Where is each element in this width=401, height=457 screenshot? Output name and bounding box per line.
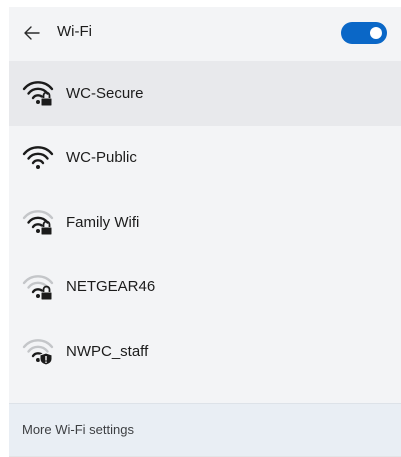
wifi-footer: More Wi-Fi settings [9,403,401,456]
network-name: NETGEAR46 [66,278,156,296]
wifi-full-icon [22,145,54,169]
wifi-secure-full-icon [22,81,54,107]
network-item-family-wifi[interactable]: Family Wifi [9,190,401,255]
back-button[interactable] [21,22,43,44]
wifi-toggle[interactable] [341,22,387,44]
wifi-header: Wi-Fi [9,7,401,61]
more-wifi-settings-link[interactable]: More Wi-Fi settings [22,422,134,437]
wifi-flyout-panel: Wi-Fi WC-Secure WC-Public Family Wifi NE… [9,7,401,457]
wifi-shield-low-icon [22,339,54,366]
wifi-secure-medium-icon [22,210,54,236]
network-list[interactable]: WC-Secure WC-Public Family Wifi NETGEAR4… [9,61,401,401]
toggle-knob [370,27,382,39]
page-title: Wi-Fi [57,23,92,40]
network-name: NWPC_staff [66,342,149,360]
wifi-secure-low-icon [22,274,54,300]
network-item-netgear46[interactable]: NETGEAR46 [9,255,401,320]
network-name: WC-Public [66,149,137,167]
wifi-low-icon [21,398,55,402]
network-item-wc-public[interactable]: WC-Public [9,126,401,191]
network-item-nwpc-staff[interactable]: NWPC_staff [9,319,401,384]
arrow-left-icon [24,26,40,40]
network-item-wc-secure[interactable]: WC-Secure [9,61,401,126]
network-item-truncated[interactable] [9,384,401,402]
network-name: WC-Secure [66,84,144,102]
network-name: Family Wifi [66,213,140,231]
